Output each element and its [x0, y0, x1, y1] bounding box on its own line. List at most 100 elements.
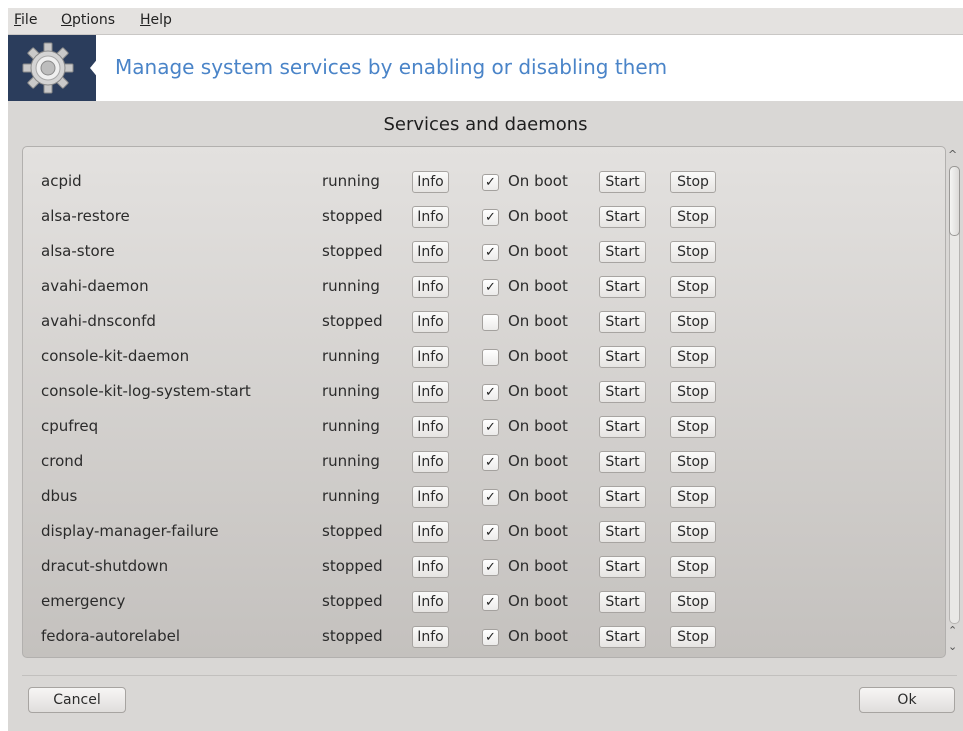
start-button[interactable]: Start [599, 241, 646, 263]
info-button[interactable]: Info [412, 626, 449, 648]
menu-help[interactable]: Help [140, 12, 172, 28]
on-boot-label: On boot [508, 242, 568, 260]
start-button[interactable]: Start [599, 206, 646, 228]
on-boot-label: On boot [508, 557, 568, 575]
on-boot-checkbox[interactable]: ✓ [482, 594, 499, 611]
ok-button[interactable]: Ok [859, 687, 955, 713]
service-state: stopped [322, 557, 383, 575]
service-state: stopped [322, 592, 383, 610]
stop-button[interactable]: Stop [670, 451, 716, 473]
start-button[interactable]: Start [599, 381, 646, 403]
info-button[interactable]: Info [412, 486, 449, 508]
scroll-up-arrow-lower-icon[interactable]: ⌃ [948, 624, 957, 637]
checkmark-icon: ✓ [485, 420, 496, 435]
start-button[interactable]: Start [599, 311, 646, 333]
stop-button[interactable]: Stop [670, 381, 716, 403]
services-window: File Options Help Manage system services… [8, 8, 963, 731]
start-button[interactable]: Start [599, 346, 646, 368]
info-button[interactable]: Info [412, 451, 449, 473]
service-name: avahi-dnsconfd [41, 312, 156, 330]
info-button[interactable]: Info [412, 311, 449, 333]
start-button[interactable]: Start [599, 486, 646, 508]
start-button[interactable]: Start [599, 626, 646, 648]
service-state: stopped [322, 522, 383, 540]
on-boot-checkbox[interactable] [482, 314, 499, 331]
service-name: dracut-shutdown [41, 557, 169, 575]
stop-button[interactable]: Stop [670, 521, 716, 543]
start-button[interactable]: Start [599, 556, 646, 578]
start-button[interactable]: Start [599, 521, 646, 543]
info-button[interactable]: Info [412, 171, 449, 193]
stop-button[interactable]: Stop [670, 241, 716, 263]
service-row: acpid running Info ✓ On boot Start Stop [23, 165, 945, 200]
info-button[interactable]: Info [412, 381, 449, 403]
on-boot-checkbox[interactable]: ✓ [482, 279, 499, 296]
stop-button[interactable]: Stop [670, 346, 716, 368]
on-boot-label: On boot [508, 627, 568, 645]
stop-button[interactable]: Stop [670, 626, 716, 648]
service-name: emergency [41, 592, 126, 610]
info-button[interactable]: Info [412, 276, 449, 298]
service-name: cpufreq [41, 417, 99, 435]
on-boot-checkbox[interactable]: ✓ [482, 629, 499, 646]
stop-button[interactable]: Stop [670, 171, 716, 193]
scrollbar-thumb[interactable] [949, 166, 960, 236]
start-button[interactable]: Start [599, 416, 646, 438]
menu-options[interactable]: Options [61, 12, 115, 28]
stop-button[interactable]: Stop [670, 591, 716, 613]
info-button[interactable]: Info [412, 416, 449, 438]
stop-button[interactable]: Stop [670, 276, 716, 298]
on-boot-label: On boot [508, 487, 568, 505]
on-boot-checkbox[interactable]: ✓ [482, 419, 499, 436]
gear-icon [22, 42, 74, 94]
on-boot-label: On boot [508, 277, 568, 295]
service-row: fedora-autorelabel stopped Info ✓ On boot Sta… [23, 620, 945, 655]
vertical-scrollbar[interactable]: ^ ⌃ ⌄ [946, 148, 962, 660]
info-button[interactable]: Info [412, 556, 449, 578]
on-boot-checkbox[interactable]: ✓ [482, 174, 499, 191]
banner-title: Manage system services by enabling or di… [115, 55, 668, 79]
stop-button[interactable]: Stop [670, 416, 716, 438]
stop-button[interactable]: Stop [670, 556, 716, 578]
info-button[interactable]: Info [412, 591, 449, 613]
service-state: running [322, 487, 380, 505]
menu-file[interactable]: File [14, 12, 37, 28]
on-boot-checkbox[interactable]: ✓ [482, 384, 499, 401]
start-button[interactable]: Start [599, 171, 646, 193]
header-banner: Manage system services by enabling or di… [8, 35, 963, 101]
scroll-down-arrow-icon[interactable]: ⌄ [948, 640, 957, 653]
service-state: running [322, 417, 380, 435]
info-button[interactable]: Info [412, 241, 449, 263]
cancel-button[interactable]: Cancel [28, 687, 126, 713]
on-boot-checkbox[interactable]: ✓ [482, 559, 499, 576]
on-boot-label: On boot [508, 592, 568, 610]
on-boot-checkbox[interactable]: ✓ [482, 209, 499, 226]
info-button[interactable]: Info [412, 521, 449, 543]
on-boot-checkbox[interactable] [482, 349, 499, 366]
service-name: alsa-store [41, 242, 115, 260]
service-name: dbus [41, 487, 78, 505]
checkmark-icon: ✓ [485, 210, 496, 225]
checkmark-icon: ✓ [485, 280, 496, 295]
on-boot-label: On boot [508, 207, 568, 225]
checkmark-icon: ✓ [485, 525, 496, 540]
service-state: running [322, 382, 380, 400]
service-name: crond [41, 452, 84, 470]
info-button[interactable]: Info [412, 206, 449, 228]
stop-button[interactable]: Stop [670, 311, 716, 333]
scroll-up-arrow-icon[interactable]: ^ [948, 148, 957, 161]
info-button[interactable]: Info [412, 346, 449, 368]
on-boot-checkbox[interactable]: ✓ [482, 244, 499, 261]
on-boot-checkbox[interactable]: ✓ [482, 454, 499, 471]
start-button[interactable]: Start [599, 276, 646, 298]
on-boot-checkbox[interactable]: ✓ [482, 524, 499, 541]
start-button[interactable]: Start [599, 451, 646, 473]
service-row: display-manager-failure stopped Info ✓ On bo… [23, 515, 945, 550]
stop-button[interactable]: Stop [670, 206, 716, 228]
on-boot-checkbox[interactable]: ✓ [482, 489, 499, 506]
footer-separator [22, 675, 957, 676]
stop-button[interactable]: Stop [670, 486, 716, 508]
service-row: console-kit-daemon running Info On boot Star… [23, 340, 945, 375]
service-state: running [322, 452, 380, 470]
start-button[interactable]: Start [599, 591, 646, 613]
